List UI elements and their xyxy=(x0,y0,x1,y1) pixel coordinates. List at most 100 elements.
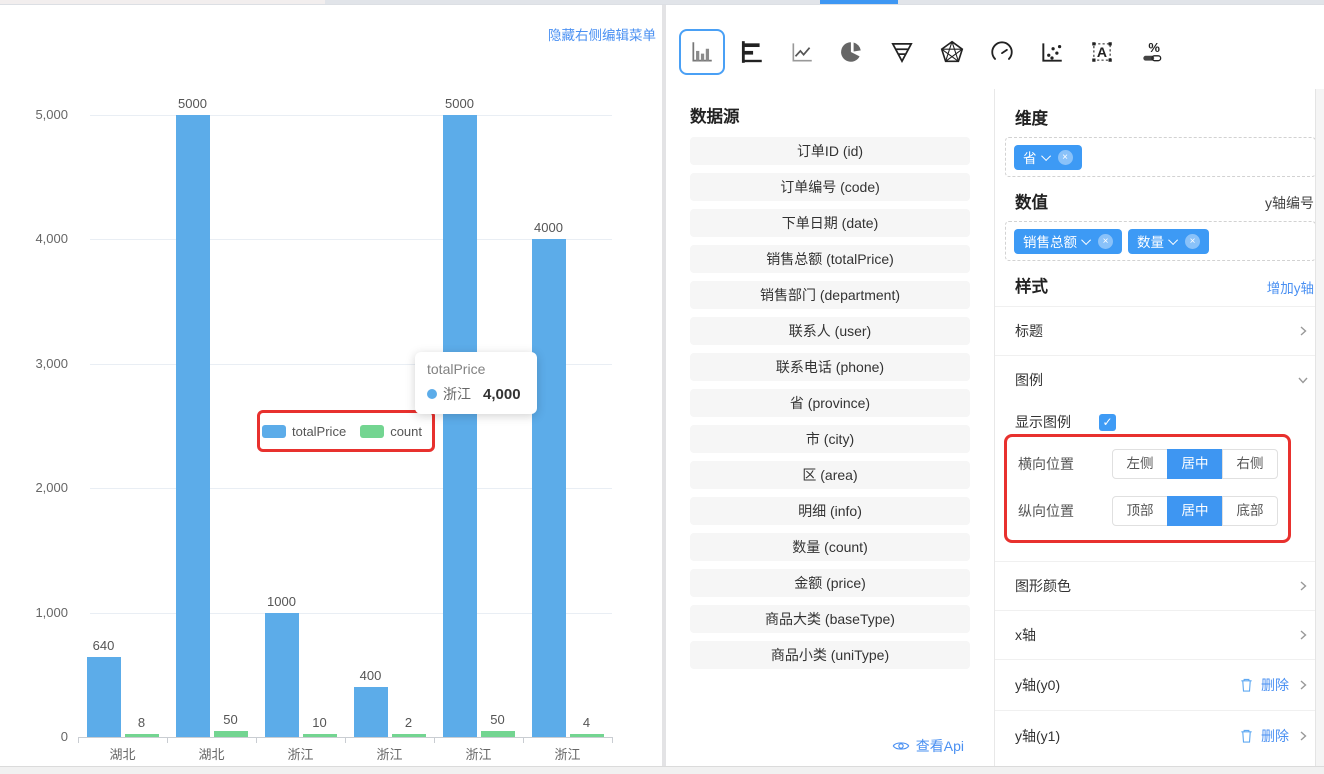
bar-totalPrice[interactable] xyxy=(443,115,477,737)
bottom-scrollbar[interactable] xyxy=(0,766,1324,774)
show-legend-checkbox[interactable]: ✓ xyxy=(1099,414,1116,431)
datasource-field[interactable]: 订单编号 (code) xyxy=(690,173,970,201)
x-axis-category-label: 浙江 xyxy=(538,744,598,763)
x-axis-tick xyxy=(345,737,346,743)
delete-y1-button[interactable]: 删除 xyxy=(1261,726,1289,746)
editor-panel: A % 数据源 订单ID (id) 订单编号 (code) 下单日期 (date) 销… xyxy=(666,5,1324,766)
legend-h-position-option[interactable]: 右侧 xyxy=(1222,449,1278,479)
datasource-field[interactable]: 区 (area) xyxy=(690,461,970,489)
bar-count[interactable] xyxy=(303,734,337,737)
legend-v-position-option[interactable]: 顶部 xyxy=(1112,496,1168,526)
view-api-link[interactable]: 查看Api xyxy=(892,736,964,756)
bar-value-label: 400 xyxy=(341,668,401,684)
y-axis-y0-section-row[interactable]: y轴(y0) 删除 xyxy=(995,659,1320,710)
datasource-title: 数据源 xyxy=(666,103,994,127)
chart-tooltip: totalPrice 浙江 4,000 xyxy=(415,352,537,414)
datasource-field[interactable]: 金额 (price) xyxy=(690,569,970,597)
legend-label-totalPrice[interactable]: totalPrice xyxy=(292,424,346,439)
trash-icon[interactable] xyxy=(1239,728,1254,744)
bar-totalPrice[interactable] xyxy=(532,239,566,737)
metrics-dropzone[interactable]: 销售总额 × 数量 × xyxy=(1005,221,1316,261)
x-axis-tick xyxy=(612,737,613,743)
datasource-field[interactable]: 商品大类 (baseType) xyxy=(690,605,970,633)
chevron-down-icon[interactable] xyxy=(1081,235,1091,245)
metrics-title: 数值 xyxy=(1015,189,1048,213)
datasource-field[interactable]: 明细 (info) xyxy=(690,497,970,525)
radar-chart-type-button[interactable] xyxy=(929,29,975,75)
text-block-type-button[interactable]: A xyxy=(1079,29,1125,75)
bar-count[interactable] xyxy=(392,734,426,737)
chevron-right-icon xyxy=(1296,628,1310,642)
metrics-tag-totalPrice[interactable]: 销售总额 × xyxy=(1014,229,1122,254)
y-axis-y1-label: y轴(y1) xyxy=(1015,726,1060,746)
y-axis-tick-label: 5,000 xyxy=(0,107,68,123)
svg-text:%: % xyxy=(1148,40,1160,55)
x-axis-category-label: 浙江 xyxy=(271,744,331,763)
remove-tag-icon[interactable]: × xyxy=(1058,150,1073,165)
add-y-axis-link[interactable]: 增加y轴 xyxy=(1267,277,1314,297)
datasource-field[interactable]: 销售总额 (totalPrice) xyxy=(690,245,970,273)
browser-strip-left xyxy=(0,0,325,4)
bar-count[interactable] xyxy=(125,734,159,737)
x-axis-tick xyxy=(434,737,435,743)
legend-swatch-totalPrice[interactable] xyxy=(262,425,286,438)
datasource-field[interactable]: 下单日期 (date) xyxy=(690,209,970,237)
bar-value-label: 2 xyxy=(379,715,439,731)
tooltip-value: 4,000 xyxy=(483,386,521,403)
datasource-field[interactable]: 省 (province) xyxy=(690,389,970,417)
legend-v-position-option[interactable]: 底部 xyxy=(1222,496,1278,526)
show-legend-label: 显示图例 xyxy=(1015,412,1071,432)
x-axis-section-row[interactable]: x轴 xyxy=(995,610,1320,659)
shape-color-section-row[interactable]: 图形颜色 xyxy=(995,561,1320,610)
bar-value-label: 50 xyxy=(201,712,261,728)
line-chart-type-button[interactable] xyxy=(779,29,825,75)
legend-v-position-option[interactable]: 居中 xyxy=(1167,496,1223,526)
metrics-tag-count[interactable]: 数量 × xyxy=(1128,229,1209,254)
legend-label-count[interactable]: count xyxy=(390,424,422,439)
chart-type-toolbar: A % xyxy=(666,5,1324,89)
trash-icon[interactable] xyxy=(1239,677,1254,693)
settings-scrollbar[interactable] xyxy=(1315,89,1324,766)
chevron-down-icon xyxy=(1296,373,1310,387)
datasource-field[interactable]: 数量 (count) xyxy=(690,533,970,561)
chevron-down-icon[interactable] xyxy=(1041,151,1051,161)
datasource-field[interactable]: 市 (city) xyxy=(690,425,970,453)
bar-count[interactable] xyxy=(214,731,248,737)
tag-label: 数量 xyxy=(1137,231,1164,251)
datasource-field[interactable]: 商品小类 (uniType) xyxy=(690,641,970,669)
remove-tag-icon[interactable]: × xyxy=(1185,234,1200,249)
legend-v-position-row: 纵向位置 顶部居中底部 xyxy=(1018,496,1288,526)
title-section-row[interactable]: 标题 xyxy=(995,306,1320,355)
scatter-chart-type-button[interactable] xyxy=(1029,29,1075,75)
datasource-field[interactable]: 销售部门 (department) xyxy=(690,281,970,309)
bar-count[interactable] xyxy=(570,734,604,737)
delete-y0-button[interactable]: 删除 xyxy=(1261,675,1289,695)
datasource-field[interactable]: 订单ID (id) xyxy=(690,137,970,165)
chevron-right-icon xyxy=(1296,729,1310,743)
gauge-chart-type-button[interactable] xyxy=(979,29,1025,75)
title-section-label: 标题 xyxy=(1015,321,1043,341)
funnel-chart-type-button[interactable] xyxy=(879,29,925,75)
legend-h-position-option[interactable]: 左侧 xyxy=(1112,449,1168,479)
chevron-down-icon[interactable] xyxy=(1168,235,1178,245)
horizontal-bar-chart-type-button[interactable] xyxy=(729,29,775,75)
remove-tag-icon[interactable]: × xyxy=(1098,234,1113,249)
x-axis-category-label: 浙江 xyxy=(360,744,420,763)
dimension-tag-province[interactable]: 省 × xyxy=(1014,145,1082,170)
legend-h-position-option[interactable]: 居中 xyxy=(1167,449,1223,479)
y-axis-tick-label: 3,000 xyxy=(0,356,68,372)
percent-progress-type-button[interactable]: % xyxy=(1129,29,1175,75)
datasource-field[interactable]: 联系人 (user) xyxy=(690,317,970,345)
datasource-field[interactable]: 联系电话 (phone) xyxy=(690,353,970,381)
y-axis-y1-section-row[interactable]: y轴(y1) 删除 xyxy=(995,710,1320,761)
legend-swatch-count[interactable] xyxy=(360,425,384,438)
bar-chart-type-button[interactable] xyxy=(679,29,725,75)
legend-h-position-row: 横向位置 左侧居中右侧 xyxy=(1018,449,1288,479)
tooltip-series-name: 浙江 xyxy=(443,384,471,404)
legend-section-row[interactable]: 图例 xyxy=(995,355,1320,404)
pie-chart-type-button[interactable] xyxy=(829,29,875,75)
bar-count[interactable] xyxy=(481,731,515,737)
legend-highlight[interactable]: totalPrice count xyxy=(257,410,435,452)
dimension-dropzone[interactable]: 省 × xyxy=(1005,137,1316,177)
bar-totalPrice[interactable] xyxy=(176,115,210,737)
